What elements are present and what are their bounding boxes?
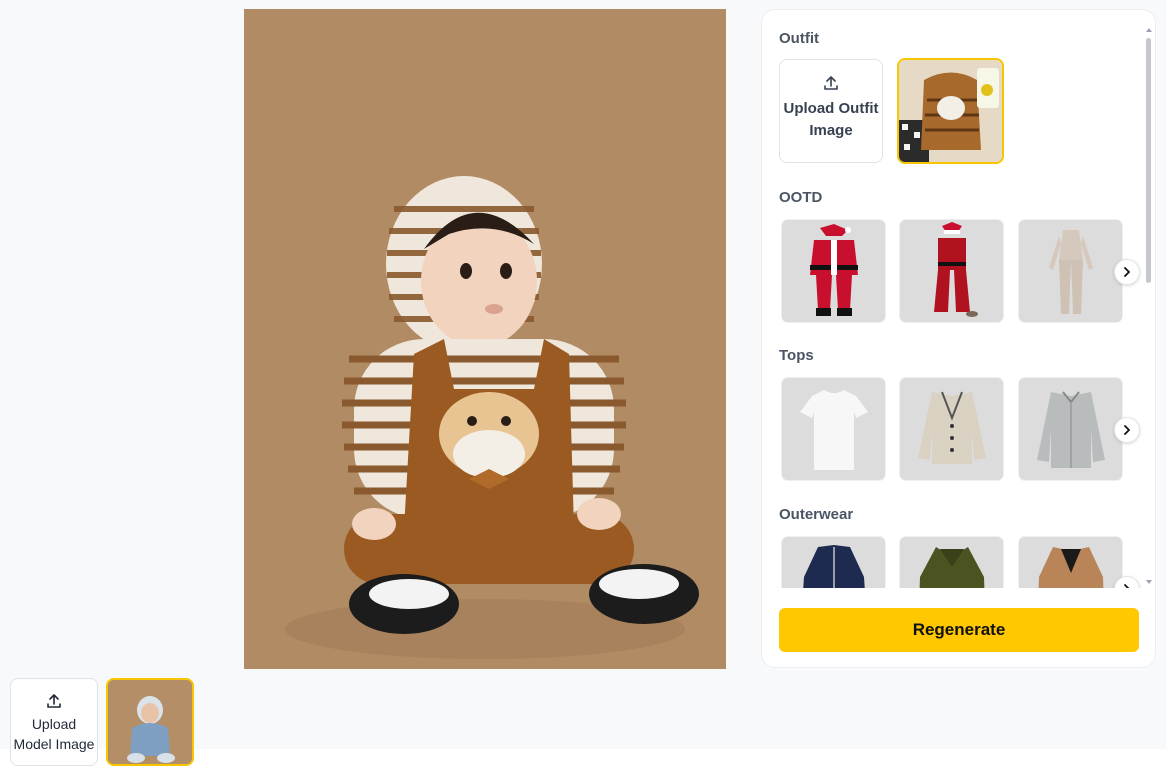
outfit-section-title: Outfit <box>779 30 819 47</box>
outerwear-item-navy-jacket[interactable] <box>782 537 885 588</box>
outerwear-carousel <box>779 537 1149 588</box>
baby-in-giraffe-overalls-illustration <box>244 9 726 669</box>
outfit-panel-scroll-area[interactable]: Outfit Upload Outfit Image OOTD Tops Out… <box>762 10 1155 588</box>
selected-outfit-thumbnail[interactable] <box>897 58 1004 164</box>
scroll-down-arrow[interactable] <box>1146 580 1152 584</box>
ootd-carousel <box>779 220 1149 324</box>
tops-item-grey-shirt[interactable] <box>1019 378 1122 480</box>
scroll-up-arrow[interactable] <box>1146 28 1152 32</box>
olive-jacket-image <box>900 537 1003 588</box>
upload-outfit-button[interactable]: Upload Outfit Image <box>779 59 883 163</box>
model-photo <box>108 680 192 764</box>
chevron-right-icon <box>1124 425 1130 435</box>
ootd-item-beige-bodysuit[interactable] <box>1019 220 1122 322</box>
outerwear-item-olive-jacket[interactable] <box>900 537 1003 588</box>
red-jumpsuit-image <box>900 220 1003 322</box>
navy-jacket-image <box>782 537 885 588</box>
white-tshirt-image <box>782 378 885 480</box>
ootd-item-red-jumpsuit[interactable] <box>900 220 1003 322</box>
upload-model-label: Upload Model Image <box>13 716 95 752</box>
beige-bodysuit-image <box>1019 220 1122 322</box>
tops-item-white-tshirt[interactable] <box>782 378 885 480</box>
tops-carousel <box>779 378 1149 482</box>
upload-icon <box>824 76 838 90</box>
beige-cardigan-image <box>900 378 1003 480</box>
ootd-next-button[interactable] <box>1114 259 1140 285</box>
grey-shirt-image <box>1019 378 1122 480</box>
tops-section-title: Tops <box>779 347 814 364</box>
upload-outfit-label: Upload Outfit Image <box>783 100 879 139</box>
outerwear-item-tan-blazer[interactable] <box>1019 537 1122 588</box>
ootd-section-title: OOTD <box>779 189 823 206</box>
panel-scrollbar[interactable] <box>1146 38 1151 283</box>
santa-suit-image <box>782 220 885 322</box>
regenerate-button[interactable]: Regenerate <box>779 608 1139 652</box>
chevron-right-icon <box>1124 267 1130 277</box>
tops-item-beige-cardigan[interactable] <box>900 378 1003 480</box>
chevron-right-icon <box>1124 584 1130 588</box>
generated-preview-image <box>244 9 726 669</box>
outfit-photo <box>899 60 1002 162</box>
tops-next-button[interactable] <box>1114 417 1140 443</box>
upload-model-button[interactable]: Upload Model Image <box>10 678 98 766</box>
ootd-item-santa-suit[interactable] <box>782 220 885 322</box>
selected-model-thumbnail[interactable] <box>106 678 194 766</box>
outerwear-section-title: Outerwear <box>779 506 854 523</box>
upload-icon <box>47 694 61 708</box>
outfit-panel: Outfit Upload Outfit Image OOTD Tops Out… <box>761 9 1156 668</box>
tan-blazer-image <box>1019 537 1122 588</box>
